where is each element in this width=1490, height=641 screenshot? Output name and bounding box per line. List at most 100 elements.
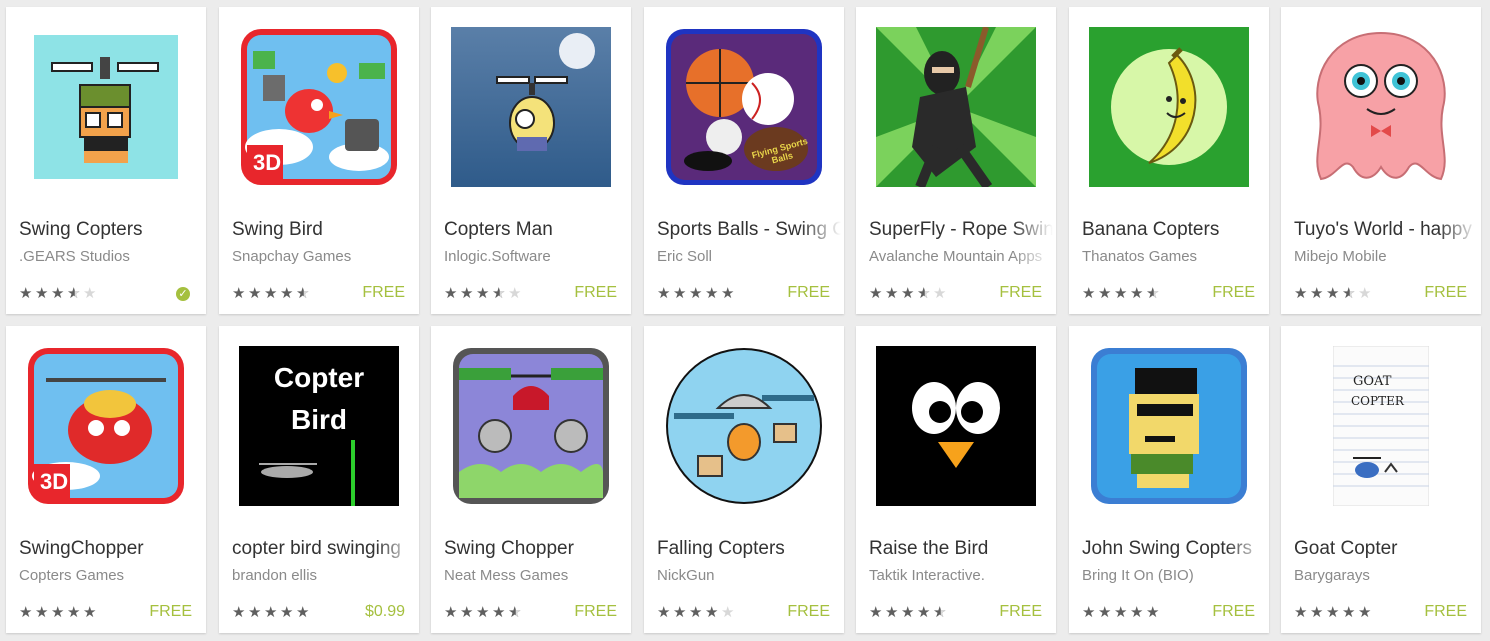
app-card[interactable]: GOAT COPTER Goat Copter Barygarays ★★★★★… bbox=[1281, 326, 1481, 633]
star-rating: ★★★★★★ bbox=[444, 605, 524, 621]
app-developer[interactable]: Barygarays bbox=[1294, 567, 1478, 584]
star-icon: ★ bbox=[280, 604, 296, 621]
app-developer[interactable]: Copters Games bbox=[19, 567, 203, 584]
star-rating: ★★★★★★ bbox=[444, 286, 524, 302]
app-title[interactable]: Falling Copters bbox=[657, 538, 841, 560]
price-label[interactable]: FREE bbox=[574, 603, 617, 621]
app-card[interactable]: 3D SwingChopper Copters Games ★★★★★ FREE bbox=[6, 326, 206, 633]
price-label[interactable]: FREE bbox=[574, 284, 617, 302]
star-rating: ★★★★★ bbox=[1082, 605, 1162, 621]
star-rating: ★★★★★★ bbox=[1294, 286, 1374, 302]
app-title[interactable]: Tuyo's World - happy bbox=[1294, 219, 1478, 241]
installed-check-icon: ✓ bbox=[176, 287, 190, 301]
app-card[interactable]: Swing Copters .GEARS Studios ★★★★ ★ ★ ✓ bbox=[6, 7, 206, 314]
app-developer[interactable]: Avalanche Mountain Apps bbox=[869, 248, 1053, 265]
price-label[interactable]: FREE bbox=[999, 284, 1042, 302]
tuyos-world-icon bbox=[1301, 27, 1461, 187]
star-icon: ★ bbox=[1358, 285, 1374, 302]
star-icon: ★ bbox=[1082, 604, 1098, 621]
star-icon: ★ bbox=[248, 285, 264, 302]
icon-text-line-1: GOAT bbox=[1353, 374, 1392, 389]
price-label[interactable]: FREE bbox=[1424, 284, 1467, 302]
star-icon: ★ bbox=[51, 604, 67, 621]
star-icon: ★ bbox=[673, 604, 689, 621]
app-title[interactable]: copter bird swinging bbox=[232, 538, 416, 560]
app-developer[interactable]: Eric Soll bbox=[657, 248, 841, 265]
app-title[interactable]: Sports Balls - Swing Copters bbox=[657, 219, 841, 241]
star-icon: ★ bbox=[476, 285, 492, 302]
star-icon-empty-half: ★ bbox=[296, 285, 312, 302]
star-icon: ★ bbox=[508, 285, 524, 302]
price-label[interactable]: FREE bbox=[1424, 603, 1467, 621]
app-developer[interactable]: .GEARS Studios bbox=[19, 248, 203, 265]
price-label[interactable]: FREE bbox=[999, 603, 1042, 621]
star-icon: ★ bbox=[19, 604, 35, 621]
star-icon: ★ bbox=[248, 604, 264, 621]
star-icon: ★ bbox=[1098, 604, 1114, 621]
app-developer[interactable]: Neat Mess Games bbox=[444, 567, 628, 584]
star-icon: ★ bbox=[869, 285, 885, 302]
banana-copters-icon bbox=[1089, 27, 1249, 187]
app-title[interactable]: Copters Man bbox=[444, 219, 628, 241]
app-developer[interactable]: Snapchay Games bbox=[232, 248, 416, 265]
icon-text-line-1: Copter bbox=[273, 362, 365, 393]
swingchopper-icon: 3D bbox=[26, 346, 186, 506]
price-label[interactable]: FREE bbox=[149, 603, 192, 621]
app-developer[interactable]: Bring It On (BIO) bbox=[1082, 567, 1266, 584]
app-card[interactable]: Copters Man Inlogic.Software ★★★★ ★ ★ FREE bbox=[431, 7, 631, 314]
app-title[interactable]: Swing Bird bbox=[232, 219, 416, 241]
star-icon: ★ bbox=[1358, 604, 1374, 621]
star-icon: ★ bbox=[1082, 285, 1098, 302]
star-icon: ★ ★ bbox=[1146, 285, 1162, 302]
star-icon: ★ bbox=[296, 604, 312, 621]
star-icon: ★ bbox=[280, 285, 296, 302]
star-icon: ★ bbox=[901, 285, 917, 302]
star-icon: ★ bbox=[657, 604, 673, 621]
app-title[interactable]: Goat Copter bbox=[1294, 538, 1478, 560]
app-title[interactable]: Raise the Bird bbox=[869, 538, 1053, 560]
app-card[interactable]: Raise the Bird Taktik Interactive. ★★★★★… bbox=[856, 326, 1056, 633]
app-card[interactable]: Swing Chopper Neat Mess Games ★★★★★ ★ FRE… bbox=[431, 326, 631, 633]
app-title[interactable]: Swing Chopper bbox=[444, 538, 628, 560]
goat-copter-icon: GOAT COPTER bbox=[1301, 346, 1461, 506]
app-card[interactable]: 3D Swing Bird Snapchay Games ★★★★★ ★ FREE bbox=[219, 7, 419, 314]
app-developer[interactable]: Taktik Interactive. bbox=[869, 567, 1053, 584]
app-card[interactable]: Banana Copters Thanatos Games ★★★★★ ★ FRE… bbox=[1069, 7, 1269, 314]
star-icon: ★ ★ bbox=[508, 604, 524, 621]
star-icon: ★ bbox=[232, 285, 248, 302]
app-developer[interactable]: NickGun bbox=[657, 567, 841, 584]
app-title[interactable]: John Swing Copters bbox=[1082, 538, 1266, 560]
star-icon: ★ bbox=[444, 604, 460, 621]
star-icon: ★ bbox=[901, 604, 917, 621]
app-title[interactable]: SuperFly - Rope Swing bbox=[869, 219, 1053, 241]
price-label[interactable]: FREE bbox=[362, 284, 405, 302]
star-icon: ★ bbox=[460, 604, 476, 621]
star-rating: ★★★★★ bbox=[232, 605, 312, 621]
swing-copters-icon bbox=[26, 27, 186, 187]
app-developer[interactable]: Mibejo Mobile bbox=[1294, 248, 1478, 265]
star-rating: ★★★★★★ bbox=[869, 286, 949, 302]
app-card[interactable]: John Swing Copters Bring It On (BIO) ★★★… bbox=[1069, 326, 1269, 633]
star-icon: ★ bbox=[705, 604, 721, 621]
app-card[interactable]: Tuyo's World - happy Mibejo Mobile ★★★★ ★… bbox=[1281, 7, 1481, 314]
app-developer[interactable]: brandon ellis bbox=[232, 567, 416, 584]
app-card[interactable]: Copter Bird copter bird swinging brandon… bbox=[219, 326, 419, 633]
star-icon: ★ bbox=[885, 604, 901, 621]
app-card[interactable]: SuperFly - Rope Swing Avalanche Mountain… bbox=[856, 7, 1056, 314]
price-label[interactable]: FREE bbox=[1212, 603, 1255, 621]
price-label[interactable]: $0.99 bbox=[365, 603, 405, 621]
app-title[interactable]: SwingChopper bbox=[19, 538, 203, 560]
app-title[interactable]: Banana Copters bbox=[1082, 219, 1266, 241]
app-card[interactable]: Flying Sports Balls Sports Balls - Swing… bbox=[644, 7, 844, 314]
app-developer[interactable]: Thanatos Games bbox=[1082, 248, 1266, 265]
falling-copters-icon bbox=[664, 346, 824, 506]
app-card[interactable]: Falling Copters NickGun ★★★★★ FREE bbox=[644, 326, 844, 633]
price-label[interactable]: FREE bbox=[787, 284, 830, 302]
price-label[interactable]: FREE bbox=[1212, 284, 1255, 302]
star-icon: ★ bbox=[721, 285, 737, 302]
app-developer[interactable]: Inlogic.Software bbox=[444, 248, 628, 265]
star-rating: ★★★★★ bbox=[657, 286, 737, 302]
app-title[interactable]: Swing Copters bbox=[19, 219, 203, 241]
star-icon: ★ bbox=[19, 285, 35, 302]
price-label[interactable]: FREE bbox=[787, 603, 830, 621]
